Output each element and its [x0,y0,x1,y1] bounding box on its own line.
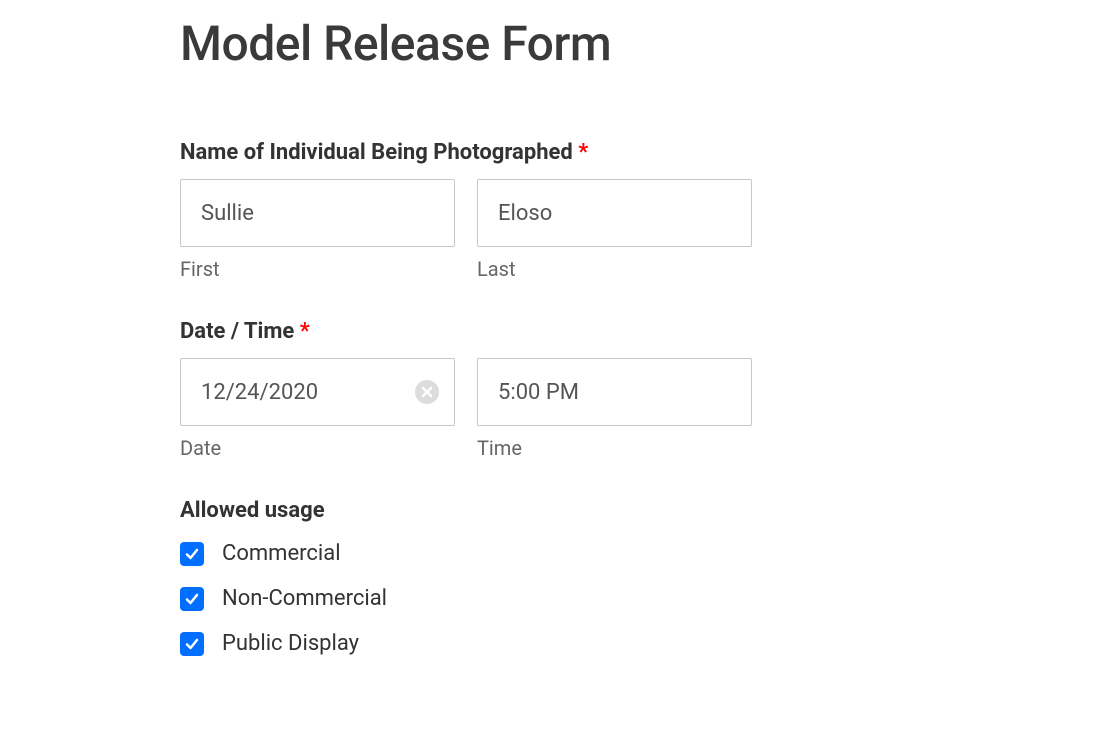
first-name-sublabel: First [180,257,455,281]
page-title: Model Release Form [180,15,936,72]
first-name-input[interactable] [180,179,455,247]
checkbox-publicdisplay[interactable] [180,632,204,656]
date-input[interactable] [180,358,455,426]
required-asterisk: * [300,319,310,344]
last-name-sublabel: Last [477,257,752,281]
checkbox-row-noncommercial: Non-Commercial [180,586,936,611]
required-asterisk: * [578,140,588,165]
allowed-usage-label: Allowed usage [180,498,936,523]
checkbox-commercial[interactable] [180,542,204,566]
name-row: First Last [180,179,936,281]
last-name-input[interactable] [477,179,752,247]
time-col: Time [477,358,752,460]
date-col: Date [180,358,455,460]
checkbox-label-publicdisplay: Public Display [222,631,359,656]
datetime-field-group: Date / Time * Date Time [180,319,936,460]
checkbox-label-commercial: Commercial [222,541,341,566]
name-label: Name of Individual Being Photographed * [180,140,936,165]
name-label-text: Name of Individual Being Photographed [180,140,573,165]
last-name-col: Last [477,179,752,281]
checkbox-row-publicdisplay: Public Display [180,631,936,656]
allowed-usage-group: Allowed usage Commercial Non-Commercial … [180,498,936,656]
time-input[interactable] [477,358,752,426]
first-name-col: First [180,179,455,281]
datetime-row: Date Time [180,358,936,460]
checkbox-row-commercial: Commercial [180,541,936,566]
date-sublabel: Date [180,436,455,460]
checkbox-label-noncommercial: Non-Commercial [222,586,387,611]
time-sublabel: Time [477,436,752,460]
name-field-group: Name of Individual Being Photographed * … [180,140,936,281]
checkbox-noncommercial[interactable] [180,587,204,611]
datetime-label: Date / Time * [180,319,936,344]
datetime-label-text: Date / Time [180,319,294,344]
date-input-wrapper [180,358,455,426]
form-container: Model Release Form Name of Individual Be… [0,0,1116,709]
clear-date-icon[interactable] [415,380,439,404]
